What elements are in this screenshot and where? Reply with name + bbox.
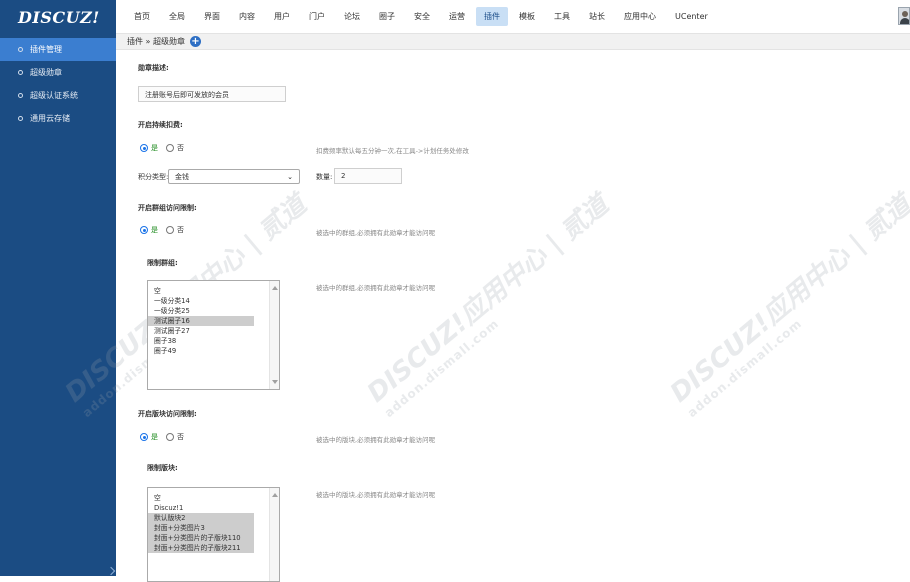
forum-limit-hint: 被选中的版块,必须拥有此勋章才能访问呢 (316, 436, 436, 444)
sidebar-item-label: 通用云存储 (30, 114, 70, 123)
forum-limit-title: 开启版块访问限制: (138, 410, 197, 418)
list-option[interactable]: 圈子38 (148, 336, 254, 346)
list-option[interactable]: 测试圈子27 (148, 326, 254, 336)
deduct-yes-radio[interactable] (140, 144, 148, 152)
nav-item[interactable]: 运营 (441, 7, 473, 26)
add-plus-icon[interactable]: + (189, 36, 201, 47)
scroll-up-icon[interactable] (272, 286, 278, 290)
nav-item[interactable]: 工具 (546, 7, 578, 26)
watermark: DISCUZ!应用中心 | 贰道 addon.dismall.com (358, 185, 624, 420)
group-select-label: 限制群组: (147, 259, 178, 267)
list-option[interactable]: 一级分类14 (148, 296, 254, 306)
list-option[interactable]: 封面+分类图片的子版块110 (148, 533, 254, 543)
scroll-down-icon[interactable] (272, 380, 278, 384)
list-option[interactable]: 一级分类25 (148, 306, 254, 316)
chevron-down-icon: ⌄ (287, 172, 293, 181)
resize-corner-icon[interactable] (106, 566, 116, 576)
sidebar-item-label: 超级认证系统 (30, 91, 78, 100)
nav-item[interactable]: 界面 (196, 7, 228, 26)
credit-type-value: 金钱 (175, 172, 189, 181)
forum-select-label: 限制版块: (147, 464, 178, 472)
breadcrumb: 插件 » 超级勋章 + (116, 34, 910, 50)
group-limit-title: 开启群组访问限制: (138, 204, 197, 212)
forum-scrollbar[interactable] (269, 488, 279, 581)
nav-item[interactable]: 内容 (231, 7, 263, 26)
group-radio-group: 是 否 (140, 225, 184, 235)
sidebar-item-plugin-manage[interactable]: 插件管理 (0, 38, 116, 61)
watermark-text: DISCUZ!应用中心 | 贰道 (361, 189, 615, 409)
amount-label: 数量: (316, 173, 333, 181)
breadcrumb-text: 插件 » 超级勋章 (127, 37, 185, 46)
sidebar: DISCUZ! 插件管理 超级勋章 超级认证系统 通用云存储 (0, 0, 116, 576)
yes-label: 是 (151, 433, 158, 441)
list-option[interactable]: 圈子49 (148, 346, 254, 356)
forum-multiselect[interactable]: 空 Discuz!1 默认版块2 封面+分类图片3 封面+分类图片的子版块110 封面+分… (147, 487, 280, 582)
group-multiselect[interactable]: 空一级分类14 一级分类25 测试圈子16 测试圈子27 圈子38 圈子49 (147, 280, 280, 390)
nav-item[interactable]: UCenter (667, 7, 716, 26)
credit-type-select[interactable]: 金钱 ⌄ (168, 169, 300, 184)
nav-item[interactable]: 用户 (266, 7, 298, 26)
yes-label: 是 (151, 226, 158, 234)
avatar[interactable] (898, 7, 910, 25)
nav-item[interactable]: 插件 (476, 7, 508, 26)
nav-item[interactable]: 首页 (126, 7, 158, 26)
sidebar-item-super-medal[interactable]: 超级勋章 (0, 61, 116, 84)
deduct-radio-group: 是 否 (140, 143, 184, 153)
group-no-radio[interactable] (166, 226, 174, 234)
no-label: 否 (177, 144, 184, 152)
list-option[interactable]: 默认版块2 (148, 513, 254, 523)
list-option[interactable]: 测试圈子16 (148, 316, 254, 326)
deduct-hint: 扣费频率默认每五分钟一次,在工具->计划任务处修改 (316, 147, 469, 155)
top-nav: 首页 全局 界面 内容 用户 门户 论坛 圈子 安全 运营 插件 模板 工具 站长 应用中心 UCenter (116, 0, 910, 34)
nav-item[interactable]: 应用中心 (616, 7, 664, 26)
group-scrollbar[interactable] (269, 281, 279, 389)
scroll-up-icon[interactable] (272, 493, 278, 497)
credit-type-label: 积分类型: (138, 173, 169, 181)
forum-no-radio[interactable] (166, 433, 174, 441)
forum-radio-group: 是 否 (140, 432, 184, 442)
avatar-body (900, 18, 909, 24)
circle-bullet-icon (18, 93, 23, 98)
circle-bullet-icon (18, 47, 23, 52)
nav-item[interactable]: 模板 (511, 7, 543, 26)
list-option[interactable]: 空 (148, 493, 254, 503)
sidebar-item-cloud-storage[interactable]: 通用云存储 (0, 107, 116, 130)
group-limit-hint: 被选中的群组,必须拥有此勋章才能访问呢 (316, 229, 436, 237)
no-label: 否 (177, 226, 184, 234)
group-select-hint: 被选中的群组,必须拥有此勋章才能访问呢 (316, 284, 436, 292)
deduct-title: 开启持续扣费: (138, 121, 183, 129)
nav-item[interactable]: 站长 (581, 7, 613, 26)
main-content: DISCUZ!应用中心 | 贰道 addon.dismall.com DISCU… (60, 51, 910, 582)
discuz-logo[interactable]: DISCUZ! (0, 0, 116, 34)
sidebar-item-label: 超级勋章 (30, 68, 62, 77)
no-label: 否 (177, 433, 184, 441)
desc-title: 勋章描述: (138, 64, 169, 72)
forum-select-hint: 被选中的版块,必须拥有此勋章才能访问呢 (316, 491, 436, 499)
yes-label: 是 (151, 144, 158, 152)
circle-bullet-icon (18, 116, 23, 121)
circle-bullet-icon (18, 70, 23, 75)
watermark-url: addon.dismall.com (684, 316, 805, 421)
group-yes-radio[interactable] (140, 226, 148, 234)
sidebar-item-label: 插件管理 (30, 45, 62, 54)
nav-item[interactable]: 圈子 (371, 7, 403, 26)
list-option[interactable]: 封面+分类图片3 (148, 523, 254, 533)
amount-input[interactable]: 2 (334, 168, 402, 184)
nav-item[interactable]: 论坛 (336, 7, 368, 26)
list-option[interactable]: 空 (148, 286, 254, 296)
sidebar-item-super-auth[interactable]: 超级认证系统 (0, 84, 116, 107)
desc-input[interactable]: 注册账号后即可发放的会员 (138, 86, 286, 102)
nav-item[interactable]: 门户 (301, 7, 333, 26)
deduct-no-radio[interactable] (166, 144, 174, 152)
watermark: DISCUZ!应用中心 | 贰道 addon.dismall.com (661, 185, 910, 420)
watermark-url: addon.dismall.com (381, 316, 502, 421)
watermark-text: DISCUZ!应用中心 | 贰道 (664, 189, 910, 409)
nav-item[interactable]: 全局 (161, 7, 193, 26)
nav-item[interactable]: 安全 (406, 7, 438, 26)
forum-yes-radio[interactable] (140, 433, 148, 441)
avatar-head (902, 11, 908, 17)
list-option[interactable]: Discuz!1 (148, 503, 254, 513)
list-option[interactable]: 封面+分类图片的子版块211 (148, 543, 254, 553)
